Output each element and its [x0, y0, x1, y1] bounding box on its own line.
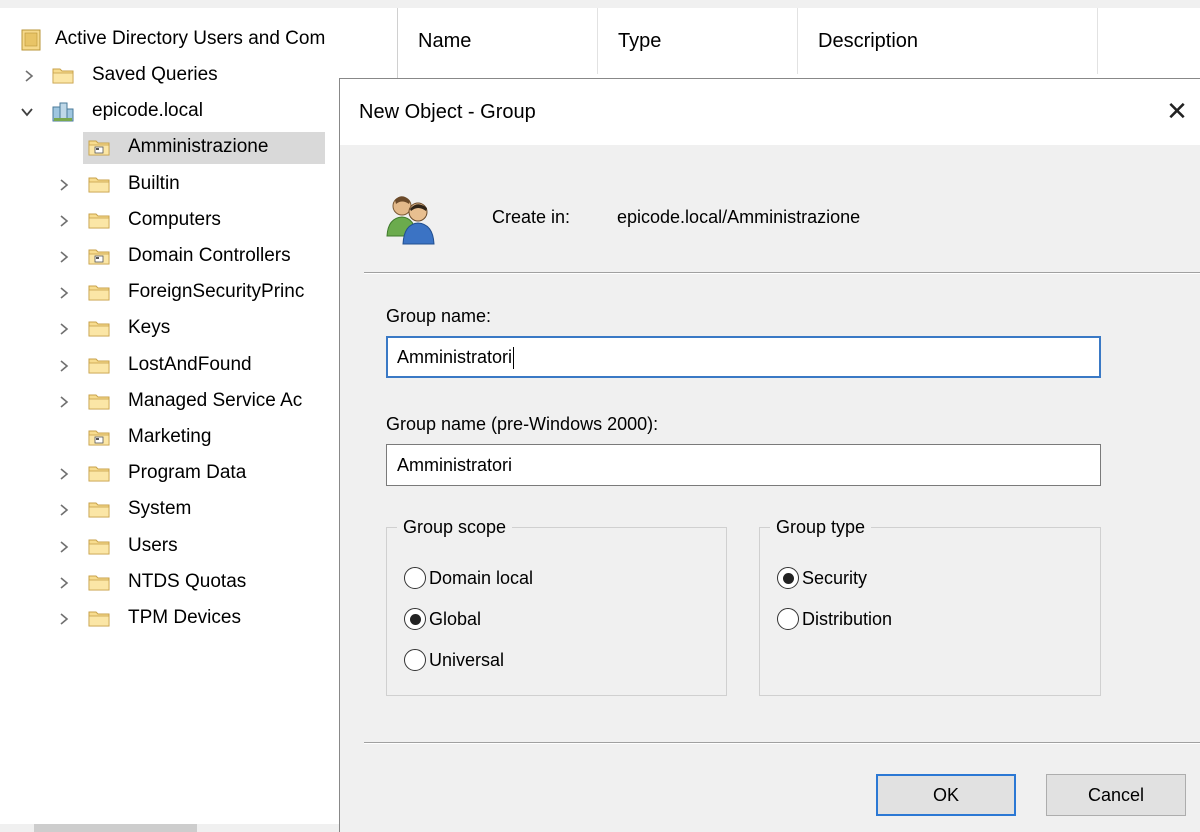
- ou-folder-icon: [88, 138, 110, 156]
- tree-item-label: Users: [128, 534, 178, 556]
- radio-circle[interactable]: [777, 567, 799, 589]
- top-strip: [0, 0, 1200, 8]
- tree-item-label: Managed Service Ac: [128, 389, 303, 411]
- radio-security[interactable]: Security: [777, 567, 867, 589]
- tree-item-label: NTDS Quotas: [128, 570, 247, 592]
- tree-item-label: System: [128, 498, 192, 520]
- folder-icon: [88, 537, 110, 555]
- scrollbar-thumb[interactable]: [34, 824, 197, 832]
- chevron-right-icon[interactable]: [57, 214, 71, 228]
- ou-folder-icon: [88, 428, 110, 446]
- radio-domain-local[interactable]: Domain local: [404, 567, 533, 589]
- group-icon: [386, 196, 435, 245]
- tree-item-label: Amministrazione: [128, 136, 269, 158]
- radio-label-distribution: Distribution: [802, 608, 893, 629]
- folder-icon: [88, 175, 110, 193]
- tree-item-label: TPM Devices: [128, 607, 241, 628]
- chevron-right-icon[interactable]: [57, 395, 71, 409]
- cancel-button[interactable]: Cancel: [1046, 774, 1186, 816]
- folder-icon: [88, 573, 110, 591]
- folder-icon: [52, 66, 74, 84]
- chevron-right-icon[interactable]: [57, 178, 71, 192]
- radio-circle[interactable]: [404, 567, 426, 589]
- create-in-value: epicode.local/Amministrazione: [617, 207, 861, 227]
- domain-icon: [52, 102, 74, 122]
- folder-icon: [88, 464, 110, 482]
- chevron-right-icon[interactable]: [22, 69, 36, 83]
- tree-root-label: Active Directory Users and Com: [55, 28, 326, 49]
- horizontal-scrollbar[interactable]: [0, 824, 340, 832]
- group-name-pre2000-label: Group name (pre-Windows 2000):: [386, 414, 659, 434]
- group-scope-box: Group scope Domain local Global Universa…: [386, 516, 727, 696]
- column-header-extra[interactable]: [1098, 8, 1200, 74]
- radio-label-security: Security: [802, 567, 868, 588]
- column-header-description[interactable]: Description: [798, 8, 1098, 74]
- chevron-right-icon[interactable]: [57, 576, 71, 590]
- tree-item-label: Saved Queries: [92, 64, 218, 85]
- chevron-right-icon[interactable]: [57, 612, 71, 626]
- radio-label-domain-local: Domain local: [429, 567, 534, 588]
- tree-item-label: Computers: [128, 208, 221, 230]
- close-icon: ✕: [1166, 95, 1188, 126]
- chevron-right-icon[interactable]: [57, 503, 71, 517]
- tree-item-label: Domain Controllers: [128, 245, 291, 266]
- folder-icon: [88, 392, 110, 410]
- folder-icon: [88, 211, 110, 229]
- close-button[interactable]: ✕: [1154, 88, 1200, 134]
- tree-item-label: ForeignSecurityPrinc: [128, 281, 305, 303]
- group-name-pre2000-value: Amministratori: [397, 455, 513, 475]
- radio-circle[interactable]: [404, 649, 426, 671]
- tree-item-label: Marketing: [128, 426, 212, 447]
- folder-icon: [88, 609, 110, 627]
- folder-icon: [88, 500, 110, 518]
- column-header-name[interactable]: Name: [398, 8, 598, 74]
- tree-item-label: Keys: [128, 317, 171, 339]
- chevron-right-icon[interactable]: [57, 250, 71, 264]
- ok-button[interactable]: OK: [876, 774, 1016, 816]
- radio-selected-dot: [782, 572, 794, 584]
- column-header-type[interactable]: Type: [598, 8, 798, 74]
- chevron-right-icon[interactable]: [57, 286, 71, 300]
- dialog-title: New Object - Group: [359, 101, 536, 123]
- group-name-label: Group name:: [386, 306, 492, 326]
- radio-label-universal: Universal: [429, 649, 505, 670]
- folder-icon: [88, 356, 110, 374]
- group-type-box: Group type Security Distribution: [759, 516, 1101, 696]
- divider: [364, 272, 1200, 274]
- group-type-title: Group type: [770, 516, 872, 538]
- radio-selected-dot: [409, 613, 421, 625]
- new-group-dialog: New Object - Group ✕ Create in: epicode.…: [339, 78, 1200, 832]
- chevron-right-icon[interactable]: [57, 540, 71, 554]
- chevron-right-icon[interactable]: [57, 359, 71, 373]
- radio-universal[interactable]: Universal: [404, 649, 504, 671]
- text-caret: [513, 347, 515, 370]
- dialog-titlebar[interactable]: New Object - Group ✕: [340, 79, 1200, 145]
- create-in-label: Create in:: [492, 207, 571, 227]
- tree-item-label: epicode.local: [92, 100, 203, 122]
- radio-circle[interactable]: [777, 608, 799, 630]
- tree-item-label: Program Data: [128, 462, 247, 484]
- tree-item-label: LostAndFound: [128, 353, 252, 375]
- ou-folder-icon: [88, 247, 110, 265]
- group-name-input[interactable]: Amministratori: [386, 336, 1101, 378]
- chevron-right-icon[interactable]: [57, 467, 71, 481]
- divider: [364, 742, 1200, 744]
- radio-circle[interactable]: [404, 608, 426, 630]
- chevron-right-icon[interactable]: [57, 322, 71, 336]
- radio-distribution[interactable]: Distribution: [777, 608, 892, 630]
- console-tree[interactable]: Active Directory Users and Com Saved Que…: [0, 8, 388, 832]
- tree-item-label: Builtin: [128, 172, 180, 194]
- folder-icon: [88, 283, 110, 301]
- chevron-down-icon[interactable]: [20, 105, 34, 119]
- folder-icon: [88, 319, 110, 337]
- group-name-pre2000-input[interactable]: Amministratori: [386, 444, 1101, 486]
- group-scope-title: Group scope: [397, 516, 513, 538]
- ad-root-icon: [21, 29, 41, 51]
- radio-label-global: Global: [429, 608, 482, 629]
- radio-global[interactable]: Global: [404, 608, 481, 630]
- group-name-value: Amministratori: [397, 347, 513, 367]
